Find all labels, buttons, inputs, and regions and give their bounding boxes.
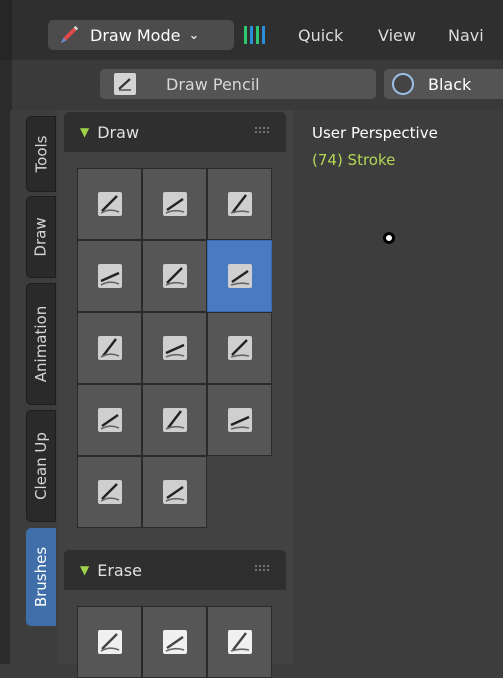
tab-draw-label: Draw [32,217,50,257]
draw-brush-thumbnail[interactable] [142,456,207,528]
draw-brush-thumbnail[interactable] [142,168,207,240]
brush-icon [97,480,122,504]
draw-brush-thumbnail[interactable] [142,240,207,312]
stroke-bars-icon[interactable] [240,20,270,50]
mode-label: Draw Mode [90,25,181,45]
brush-icon [162,480,187,504]
brush-icon [227,336,252,360]
brush-icon [162,192,187,216]
tool-settings-bar: Draw Pencil Black [0,60,503,110]
brush-icon [162,264,187,288]
draw-brush-thumbnail[interactable] [77,312,142,384]
brush-selector[interactable]: Draw Pencil [100,69,376,99]
erase-panel-header[interactable]: ▼ Erase [64,550,286,590]
draw-brush-thumbnail[interactable] [77,240,142,312]
mode-dropdown[interactable]: Draw Mode ⌄ [48,20,234,50]
erase-brush-thumbnail[interactable] [142,606,207,678]
draw-brush-thumbnail[interactable] [142,384,207,456]
draw-brush-thumbnail[interactable] [207,312,272,384]
brush-name: Draw Pencil [166,74,260,94]
draw-brush-thumbnail[interactable] [77,456,142,528]
draw-panel-header[interactable]: ▼ Draw [64,112,286,152]
tab-clean-up-label: Clean Up [32,432,50,500]
brush-icon [227,192,252,216]
menu-quick[interactable]: Quick [298,20,343,50]
header-bar: Draw Mode ⌄ Quick View Navi [0,0,503,60]
draw-brush-thumbnail[interactable] [207,168,272,240]
material-swatch-icon [392,73,414,95]
viewport-status: (74) Stroke [312,151,396,169]
draw-brush-thumbnail[interactable] [77,168,142,240]
menu-navigate[interactable]: Navi [448,20,484,50]
draw-panel-title: Draw [97,122,140,142]
draw-brush-thumbnail[interactable] [77,384,142,456]
draw-brush-thumbnail[interactable] [142,312,207,384]
sidebar-edge [0,110,10,664]
expand-triangle-icon: ▼ [80,125,90,139]
expand-triangle-icon: ▼ [80,563,90,577]
chevron-down-icon: ⌄ [188,27,200,43]
brush-thumbnail-icon [114,73,136,95]
draw-brush-thumbnail[interactable] [207,240,272,312]
brush-icon [162,336,187,360]
brush-icon [97,192,122,216]
brush-icon [162,408,187,432]
brush-icon [97,336,122,360]
brush-icon [97,408,122,432]
pencil-icon [60,25,79,44]
cursor-icon [383,232,395,244]
tab-animation[interactable]: Animation [26,283,56,405]
tab-animation-label: Animation [32,305,51,383]
tab-tools[interactable]: Tools [26,116,56,192]
brush-icon [227,264,252,288]
erase-panel-title: Erase [97,560,142,580]
material-selector[interactable]: Black [384,69,503,99]
tab-draw[interactable]: Draw [26,196,56,278]
erase-brush-grid [77,606,272,678]
brush-icon [227,630,252,654]
brush-icon [227,408,252,432]
brush-icon [97,264,122,288]
tab-clean-up[interactable]: Clean Up [26,410,56,522]
tab-brushes[interactable]: Brushes [26,528,56,626]
tab-tools-label: Tools [32,135,51,173]
draw-brush-thumbnail[interactable] [207,384,272,456]
viewport-title: User Perspective [312,124,438,142]
erase-brush-thumbnail[interactable] [77,606,142,678]
drag-grip-icon[interactable] [254,126,270,134]
brush-icon [162,630,187,654]
header-edge [0,0,12,60]
brush-icon [97,630,122,654]
tab-brushes-label: Brushes [32,546,50,608]
menu-view[interactable]: View [378,20,416,50]
material-name: Black [428,74,472,94]
drag-grip-icon[interactable] [254,564,270,572]
toolbar-edge [0,60,12,110]
draw-brush-grid [77,168,272,528]
erase-brush-thumbnail[interactable] [207,606,272,678]
